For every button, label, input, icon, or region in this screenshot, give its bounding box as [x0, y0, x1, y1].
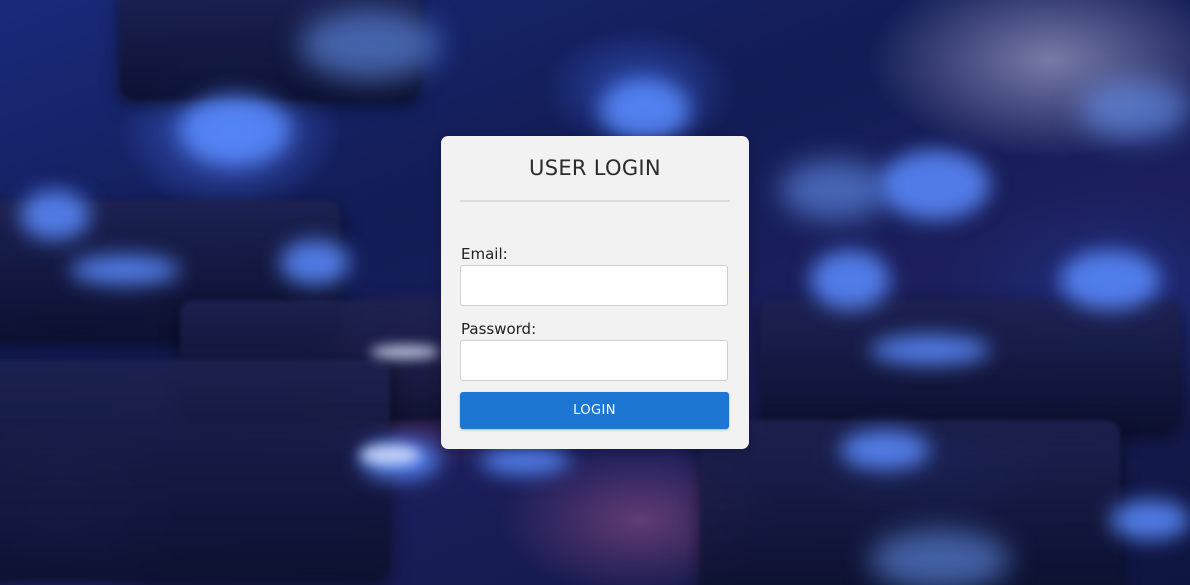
- background-light-blob: [20, 190, 90, 240]
- login-card: USER LOGIN Email: Password: LOGIN: [441, 136, 749, 449]
- background-light-blob: [360, 445, 420, 465]
- background-light-blob: [780, 160, 890, 220]
- background-light-blob: [1060, 250, 1160, 310]
- background-light-blob: [840, 430, 930, 470]
- password-input[interactable]: [460, 340, 728, 381]
- background-light-blob: [1080, 80, 1190, 140]
- title-divider: [460, 200, 730, 202]
- background-light-blob: [810, 250, 890, 310]
- background-light-blob: [600, 80, 690, 140]
- email-input[interactable]: [460, 265, 728, 306]
- password-label: Password:: [461, 320, 537, 338]
- background-light-blob: [370, 345, 440, 359]
- background-light-blob: [880, 150, 990, 220]
- background-light-blob: [70, 255, 180, 285]
- background-light-blob: [300, 10, 440, 80]
- background-light-blob: [280, 240, 350, 285]
- background-key-shape: [760, 300, 1180, 430]
- login-title: USER LOGIN: [529, 156, 661, 180]
- background-light-blob: [180, 95, 290, 165]
- background-key-shape: [0, 360, 390, 580]
- background-light-blob: [1110, 500, 1190, 540]
- background-light-blob: [870, 530, 1010, 585]
- background-light-blob: [870, 335, 990, 365]
- email-label: Email:: [461, 245, 508, 263]
- login-button[interactable]: LOGIN: [460, 392, 729, 429]
- background-light-blob: [480, 445, 570, 475]
